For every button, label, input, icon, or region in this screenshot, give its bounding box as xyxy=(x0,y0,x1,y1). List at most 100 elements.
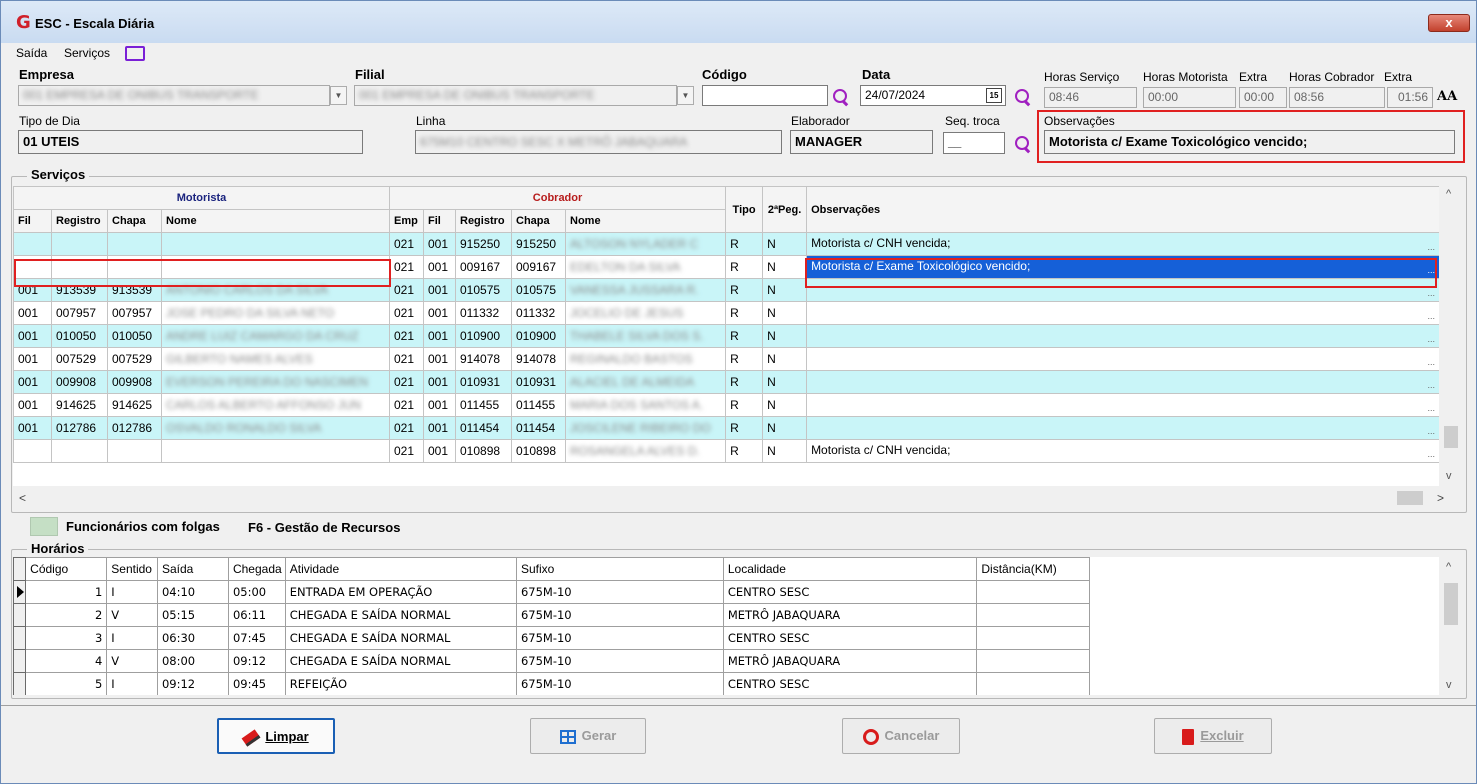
cell-localidade[interactable]: CENTRO SESC xyxy=(722,580,978,604)
cell-registro2[interactable]: 010931 xyxy=(455,370,512,394)
cell-saida[interactable]: 05:15 xyxy=(156,603,229,627)
cell-nome2[interactable]: MARIA DOS SANTOS A. xyxy=(564,393,727,417)
cell-registro[interactable]: 914625 xyxy=(51,393,108,417)
cell-registro[interactable] xyxy=(51,232,108,256)
cell-observacoes[interactable]: Motorista c/ CNH vencida;... xyxy=(806,232,1439,256)
row-indicator[interactable] xyxy=(13,649,27,673)
cell-tipo[interactable]: R xyxy=(725,347,764,371)
cell-chapa[interactable]: 007957 xyxy=(107,301,162,325)
col-emp[interactable]: Emp xyxy=(389,209,424,233)
cell-chapa[interactable] xyxy=(107,232,162,256)
cell-observacoes[interactable]: ... xyxy=(806,324,1439,348)
table-row[interactable]: 001 007957 007957 JOSE PEDRO DA SILVA NETO 0… xyxy=(13,301,1439,325)
cell-emp[interactable]: 021 xyxy=(389,393,424,417)
cell-emp[interactable]: 021 xyxy=(389,255,424,279)
cell-nome[interactable] xyxy=(161,439,390,463)
cell-chapa[interactable]: 914625 xyxy=(107,393,162,417)
data-input[interactable]: 24/07/2024 15 xyxy=(860,85,1006,106)
cell-tipo[interactable]: R xyxy=(725,370,764,394)
cell-fil[interactable]: 001 xyxy=(13,301,52,325)
cell-chapa2[interactable]: 915250 xyxy=(511,232,566,256)
cancelar-button[interactable]: Cancelar xyxy=(842,718,960,754)
row-indicator[interactable] xyxy=(13,626,27,650)
cell-saida[interactable]: 09:12 xyxy=(156,672,229,695)
empresa-field[interactable]: 001 EMPRESA DE ONIBUS TRANSPORTE xyxy=(18,85,330,106)
codigo-search-icon[interactable] xyxy=(832,88,850,106)
cell-fil2[interactable]: 001 xyxy=(423,416,456,440)
calendar-icon[interactable]: 15 xyxy=(986,88,1002,103)
cell-chegada[interactable]: 07:45 xyxy=(227,626,286,650)
cell-atividade[interactable]: CHEGADA E SAÍDA NORMAL xyxy=(284,603,517,627)
list-item[interactable]: 5 I 09:12 09:45 REFEIÇÃO 675M-10 CENTRO SESC xyxy=(13,672,1090,695)
cell-saida[interactable]: 04:10 xyxy=(156,580,229,604)
row-indicator[interactable] xyxy=(13,672,27,695)
ellipsis-button[interactable]: ... xyxy=(1428,449,1436,459)
cell-sufixo[interactable]: 675M-10 xyxy=(515,649,724,673)
cell-chapa2[interactable]: 010575 xyxy=(511,278,566,302)
cell-fil2[interactable]: 001 xyxy=(423,347,456,371)
scroll-right-icon[interactable]: > xyxy=(1437,491,1444,505)
cell-fil[interactable]: 001 xyxy=(13,393,52,417)
cell-registro[interactable]: 007957 xyxy=(51,301,108,325)
cell-nome2[interactable]: JOCELIO DE JESUS xyxy=(564,301,727,325)
cell-distancia[interactable] xyxy=(976,580,1090,604)
cell-registro[interactable]: 012786 xyxy=(51,416,108,440)
cell-2peg[interactable]: N xyxy=(762,232,808,256)
cell-emp[interactable]: 021 xyxy=(389,416,424,440)
cell-fil[interactable]: 001 xyxy=(13,416,52,440)
cell-fil[interactable] xyxy=(13,232,52,256)
cell-codigo[interactable]: 3 xyxy=(25,626,108,650)
cell-sentido[interactable]: V xyxy=(106,603,158,627)
horarios-scroll-up-icon[interactable]: ^ xyxy=(1446,561,1451,573)
table-row[interactable]: 021 001 010898 010898 ROSANGELA ALVES D. R N Mo… xyxy=(13,439,1439,463)
col-codigo[interactable]: Código xyxy=(25,557,108,581)
ellipsis-button[interactable]: ... xyxy=(1428,311,1436,321)
cell-nome2[interactable]: ALTOSON NYLADER C xyxy=(564,232,727,256)
data-search-icon[interactable] xyxy=(1014,88,1032,106)
close-button[interactable]: x xyxy=(1428,14,1470,32)
cell-distancia[interactable] xyxy=(976,603,1090,627)
cell-saida[interactable]: 08:00 xyxy=(156,649,229,673)
cell-emp[interactable]: 021 xyxy=(389,370,424,394)
cell-emp[interactable]: 021 xyxy=(389,232,424,256)
cell-fil[interactable]: 001 xyxy=(13,324,52,348)
horarios-vscroll[interactable]: ^ v xyxy=(1441,557,1461,695)
servicos-grid[interactable]: Motorista Cobrador Tipo 2ªPeg. Observaçõ… xyxy=(13,186,1439,486)
cell-nome2[interactable]: JOSCILENE RIBEIRO DO xyxy=(564,416,727,440)
cell-registro2[interactable]: 010575 xyxy=(455,278,512,302)
horarios-vscroll-thumb[interactable] xyxy=(1444,583,1458,625)
cell-registro2[interactable]: 009167 xyxy=(455,255,512,279)
cell-fil2[interactable]: 001 xyxy=(423,301,456,325)
cell-sufixo[interactable]: 675M-10 xyxy=(515,603,724,627)
ellipsis-button[interactable]: ... xyxy=(1428,426,1436,436)
cell-registro2[interactable]: 914078 xyxy=(455,347,512,371)
table-row[interactable]: 001 009908 009908 EVERSON PEREIRA DO NASCIM… xyxy=(13,370,1439,394)
ellipsis-button[interactable]: ... xyxy=(1428,357,1436,367)
col-fil[interactable]: Fil xyxy=(13,209,52,233)
cell-nome[interactable]: OSVALDO RONALDO SILVA xyxy=(161,416,390,440)
cell-registro2[interactable]: 011454 xyxy=(455,416,512,440)
cell-registro2[interactable]: 915250 xyxy=(455,232,512,256)
row-indicator[interactable] xyxy=(13,580,27,604)
col-nome2[interactable]: Nome xyxy=(564,209,727,233)
cell-atividade[interactable]: ENTRADA EM OPERAÇÃO xyxy=(284,580,517,604)
scroll-left-icon[interactable]: < xyxy=(19,491,26,505)
cell-registro[interactable]: 009908 xyxy=(51,370,108,394)
cell-nome[interactable] xyxy=(161,232,390,256)
cell-emp[interactable]: 021 xyxy=(389,324,424,348)
col-registro[interactable]: Registro xyxy=(51,209,108,233)
cell-nome2[interactable]: REGINALDO BASTOS xyxy=(564,347,727,371)
cell-registro[interactable]: 007529 xyxy=(51,347,108,371)
cell-nome[interactable]: GILBERTO NAMES ALVES xyxy=(161,347,390,371)
horarios-scroll-down-icon[interactable]: v xyxy=(1446,679,1452,691)
cell-saida[interactable]: 06:30 xyxy=(156,626,229,650)
col-fil2[interactable]: Fil xyxy=(423,209,456,233)
servicos-vscroll-thumb[interactable] xyxy=(1444,426,1458,448)
cell-nome[interactable]: ANDRE LUIZ CAMARGO DA CRUZ xyxy=(161,324,390,348)
menu-servicos[interactable]: Serviços xyxy=(64,46,110,60)
row-indicator[interactable] xyxy=(13,603,27,627)
cell-chapa2[interactable]: 010898 xyxy=(511,439,566,463)
cell-distancia[interactable] xyxy=(976,626,1090,650)
cell-2peg[interactable]: N xyxy=(762,370,808,394)
cell-observacoes[interactable]: ... xyxy=(806,393,1439,417)
